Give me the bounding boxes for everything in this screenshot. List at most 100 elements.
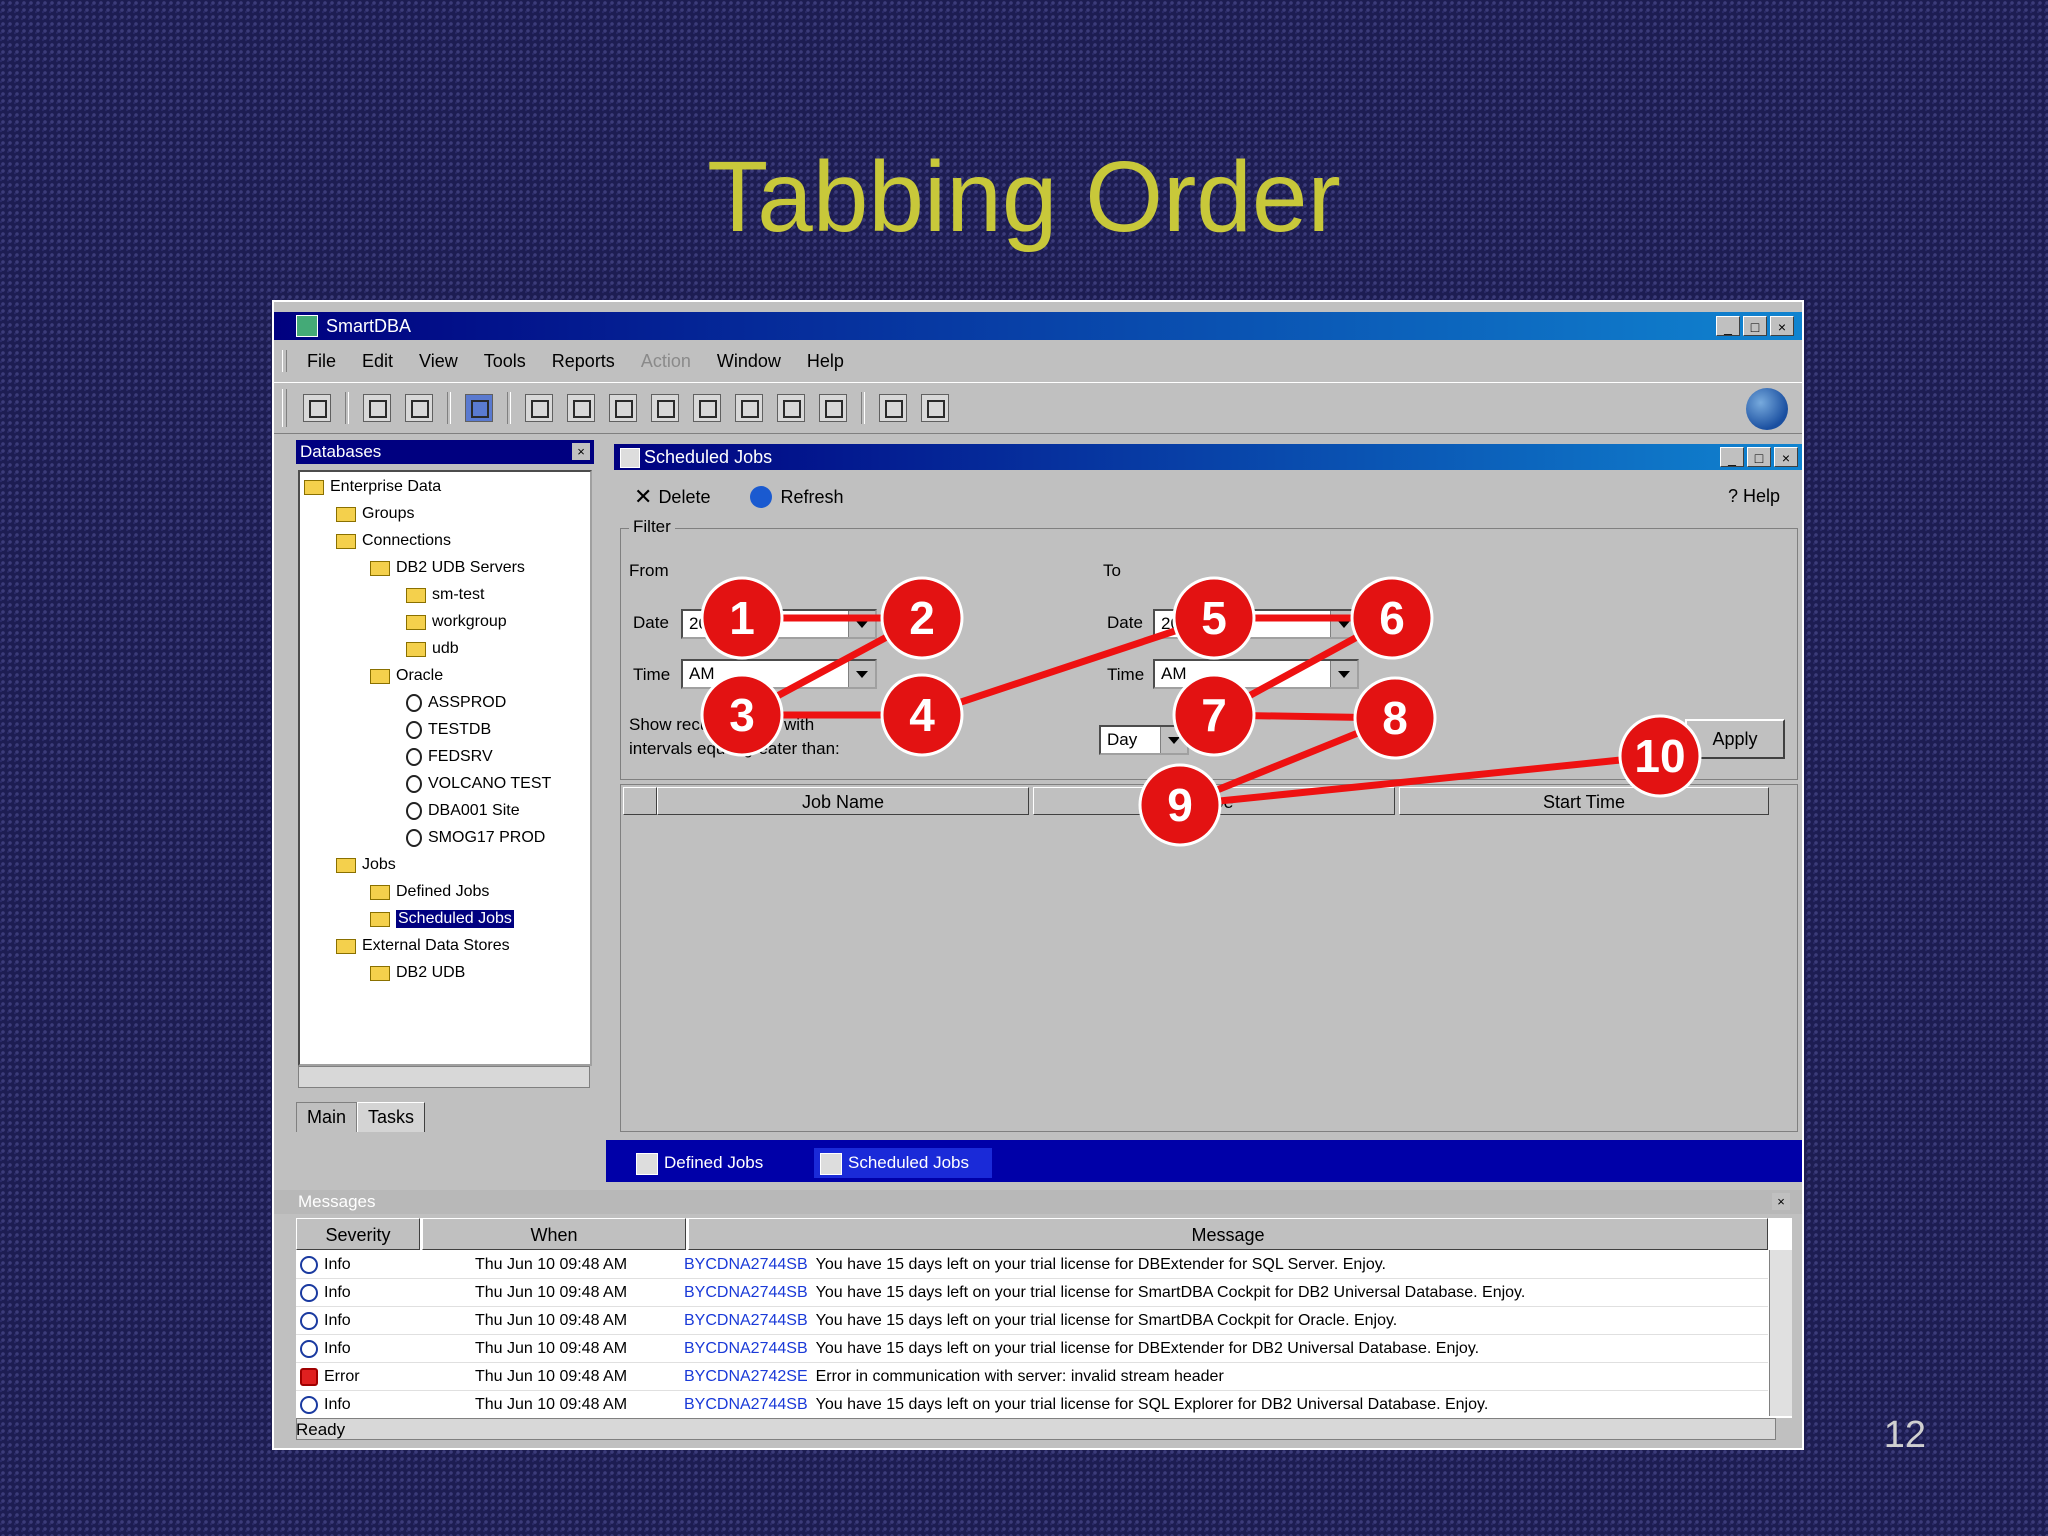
tree-item[interactable]: Oracle [370, 665, 443, 687]
tree-item[interactable]: DB2 UDB Servers [370, 557, 525, 579]
menu-help[interactable]: Help [807, 351, 844, 372]
sql-editor-icon[interactable] [567, 394, 595, 422]
message-row[interactable]: Info Thu Jun 10 09:48 AM BYCDNA2744SB You… [296, 1279, 1768, 1307]
help-button[interactable]: ? Help [1728, 486, 1780, 507]
close-icon[interactable]: × [1772, 1193, 1790, 1210]
tree-scrollbar[interactable] [298, 1066, 590, 1088]
tree-item[interactable]: Jobs [336, 854, 396, 876]
column-severity[interactable]: Severity [296, 1218, 420, 1250]
toolbar-grip[interactable] [282, 389, 287, 427]
delete-button[interactable]: ✕ Delete [634, 484, 710, 510]
message-row[interactable]: Info Thu Jun 10 09:48 AM BYCDNA2744SB You… [296, 1251, 1768, 1279]
tab-main[interactable]: Main [296, 1102, 358, 1132]
interval-combo[interactable]: Day [1099, 725, 1189, 755]
tree-item[interactable]: External Data Stores [336, 935, 510, 957]
tree-item[interactable]: Defined Jobs [370, 881, 489, 903]
jobs-icon[interactable] [921, 394, 949, 422]
message-row[interactable]: Error Thu Jun 10 09:48 AM BYCDNA2742SE Er… [296, 1363, 1768, 1391]
close-icon[interactable]: × [572, 443, 590, 460]
tab-scheduled-jobs[interactable]: Scheduled Jobs [814, 1148, 992, 1178]
menu-view[interactable]: View [419, 351, 458, 372]
maximize-button[interactable]: □ [1743, 316, 1767, 336]
menu-tools[interactable]: Tools [484, 351, 526, 372]
chevron-down-icon[interactable] [1330, 661, 1357, 687]
message-row[interactable]: Info Thu Jun 10 09:48 AM BYCDNA2744SB You… [296, 1391, 1768, 1419]
compare-icon[interactable] [651, 394, 679, 422]
scheduled-jobs-titlebar[interactable]: Scheduled Jobs _ □ × [614, 444, 1802, 470]
tree-item[interactable]: Connections [336, 530, 451, 552]
tree-item[interactable]: FEDSRV [406, 746, 493, 768]
tree-item[interactable]: sm-test [406, 584, 484, 606]
child-maximize-button[interactable]: □ [1747, 447, 1771, 467]
menu-action[interactable]: Action [641, 351, 691, 372]
chevron-down-icon[interactable] [1160, 727, 1187, 753]
connect-icon[interactable] [303, 394, 331, 422]
copy-icon[interactable] [609, 394, 637, 422]
minimize-button[interactable]: _ [1716, 316, 1740, 336]
menu-edit[interactable]: Edit [362, 351, 393, 372]
toolbar-separator [345, 392, 349, 424]
apply-button[interactable]: Apply [1685, 719, 1785, 759]
monitor-icon[interactable] [465, 394, 493, 422]
messages-horizontal-scrollbar[interactable] [296, 1418, 1776, 1440]
tree-item[interactable]: DBA001 Site [406, 800, 520, 822]
schema-icon[interactable] [693, 394, 721, 422]
wizard-icon[interactable] [777, 394, 805, 422]
column-start-time[interactable]: Start Time [1399, 787, 1769, 815]
tree-item[interactable]: udb [406, 638, 459, 660]
from-time-value: AM [689, 664, 715, 683]
close-button[interactable]: × [1770, 316, 1794, 336]
window-icon[interactable] [819, 394, 847, 422]
grid-select-column[interactable] [623, 787, 657, 815]
to-date-combo[interactable]: 2004 [1153, 609, 1359, 639]
tree-item[interactable]: Groups [336, 503, 414, 525]
tree-item[interactable]: workgroup [406, 611, 507, 633]
from-date-value: 2004 [689, 614, 727, 633]
child-minimize-button[interactable]: _ [1720, 447, 1744, 467]
tree-item-selected[interactable]: Scheduled Jobs [370, 908, 514, 930]
tree-item[interactable]: ASSPROD [406, 692, 506, 714]
tab-tasks[interactable]: Tasks [357, 1102, 426, 1132]
to-time-combo[interactable]: AM [1153, 659, 1359, 689]
tab-defined-jobs[interactable]: Defined Jobs [630, 1148, 794, 1178]
chevron-down-icon[interactable] [848, 661, 875, 687]
globe-icon[interactable] [1746, 388, 1788, 430]
chevron-down-icon[interactable] [848, 611, 875, 637]
from-time-label: Time [633, 665, 671, 684]
messages-vertical-scrollbar[interactable] [1769, 1250, 1792, 1416]
list-icon[interactable] [879, 394, 907, 422]
menu-grip[interactable] [282, 350, 287, 372]
column-when[interactable]: When [422, 1218, 686, 1250]
menu-window[interactable]: Window [717, 351, 781, 372]
folder-icon [370, 911, 390, 927]
chevron-down-icon[interactable] [1330, 611, 1357, 637]
menu-file[interactable]: File [307, 351, 336, 372]
tree-item[interactable]: Enterprise Data [304, 476, 441, 498]
database-icon[interactable] [525, 394, 553, 422]
column-job-name[interactable]: Job Name [657, 787, 1029, 815]
edit-report-icon[interactable] [405, 394, 433, 422]
messages-panel-title: Messages [298, 1192, 376, 1211]
messages-panel-header: Messages × [274, 1190, 1802, 1214]
report-icon[interactable] [363, 394, 391, 422]
child-close-button[interactable]: × [1774, 447, 1798, 467]
refresh-button[interactable]: Refresh [750, 486, 844, 508]
database-node-icon [406, 802, 422, 820]
tree-item[interactable]: VOLCANO TEST [406, 773, 551, 795]
message-row[interactable]: Info Thu Jun 10 09:48 AM BYCDNA2744SB You… [296, 1307, 1768, 1335]
toolbar-separator [447, 392, 451, 424]
tree-item[interactable]: SMOG17 PROD [406, 827, 545, 849]
menu-reports[interactable]: Reports [552, 351, 615, 372]
column-type[interactable]: Type [1033, 787, 1395, 815]
window-titlebar[interactable]: SmartDBA _ □ × [274, 312, 1802, 340]
table-icon[interactable] [735, 394, 763, 422]
jobs-grid: Job Name Type Start Time [620, 784, 1798, 1132]
from-time-combo[interactable]: AM [681, 659, 877, 689]
from-date-combo[interactable]: 2004 [681, 609, 877, 639]
tree-item[interactable]: DB2 UDB [370, 962, 465, 984]
database-node-icon [406, 694, 422, 712]
message-row[interactable]: Info Thu Jun 10 09:48 AM BYCDNA2744SB You… [296, 1335, 1768, 1363]
databases-panel-header: Databases × [296, 440, 594, 464]
tree-item[interactable]: TESTDB [406, 719, 491, 741]
column-message[interactable]: Message [688, 1218, 1768, 1250]
